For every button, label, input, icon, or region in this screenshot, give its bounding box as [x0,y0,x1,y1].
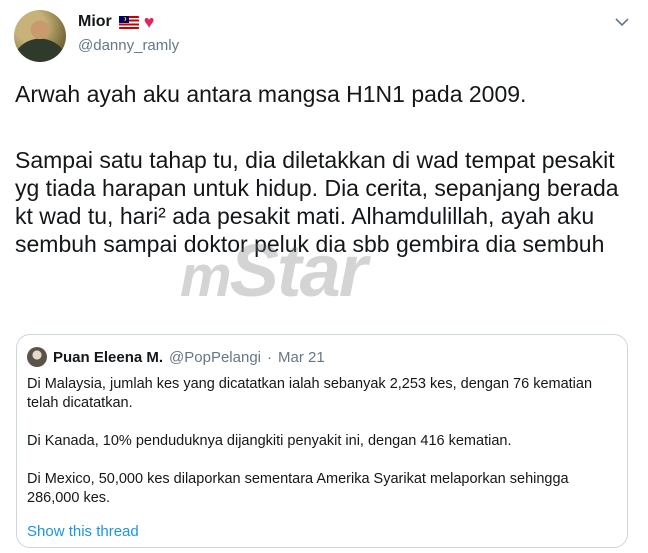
user-name-row[interactable]: Mior ♥ [78,13,154,31]
user-avatar[interactable] [14,10,66,62]
heart-icon: ♥ [143,12,155,32]
quoted-user-name: Puan Eleena M. [53,348,164,366]
tweet-line-1: Arwah ayah aku antara mangsa H1N1 pada 2… [15,81,527,107]
quoted-date: Mar 21 [278,348,325,366]
quoted-separator: · [267,348,273,366]
tweet-paragraph-2: Sampai satu tahap tu, dia diletakkan di … [15,147,619,257]
user-name[interactable]: Mior [78,13,112,31]
quoted-tweet[interactable]: Puan Eleena M. @PopPelangi · Mar 21 Di M… [16,334,628,548]
quoted-tweet-header: Puan Eleena M. @PopPelangi · Mar 21 [27,347,325,367]
quoted-tweet-body: Di Malaysia, jumlah kes yang dicatatkan … [27,375,617,508]
quoted-paragraph: Di Malaysia, jumlah kes yang dicatatkan … [27,376,593,411]
chevron-down-icon[interactable] [614,14,630,30]
malaysia-flag-icon [118,15,139,29]
show-thread-link[interactable]: Show this thread [27,523,139,540]
quoted-user-handle: @PopPelangi [169,348,262,366]
quoted-avatar [27,347,47,367]
user-handle[interactable]: @danny_ramly [78,37,179,54]
tweet-text: Arwah ayah aku antara mangsa H1N1 pada 2… [15,80,625,258]
quoted-paragraph: Di Kanada, 10% penduduknya dijangkiti pe… [27,433,512,449]
quoted-paragraph: Di Mexico, 50,000 kes dilaporkan sementa… [27,471,569,506]
